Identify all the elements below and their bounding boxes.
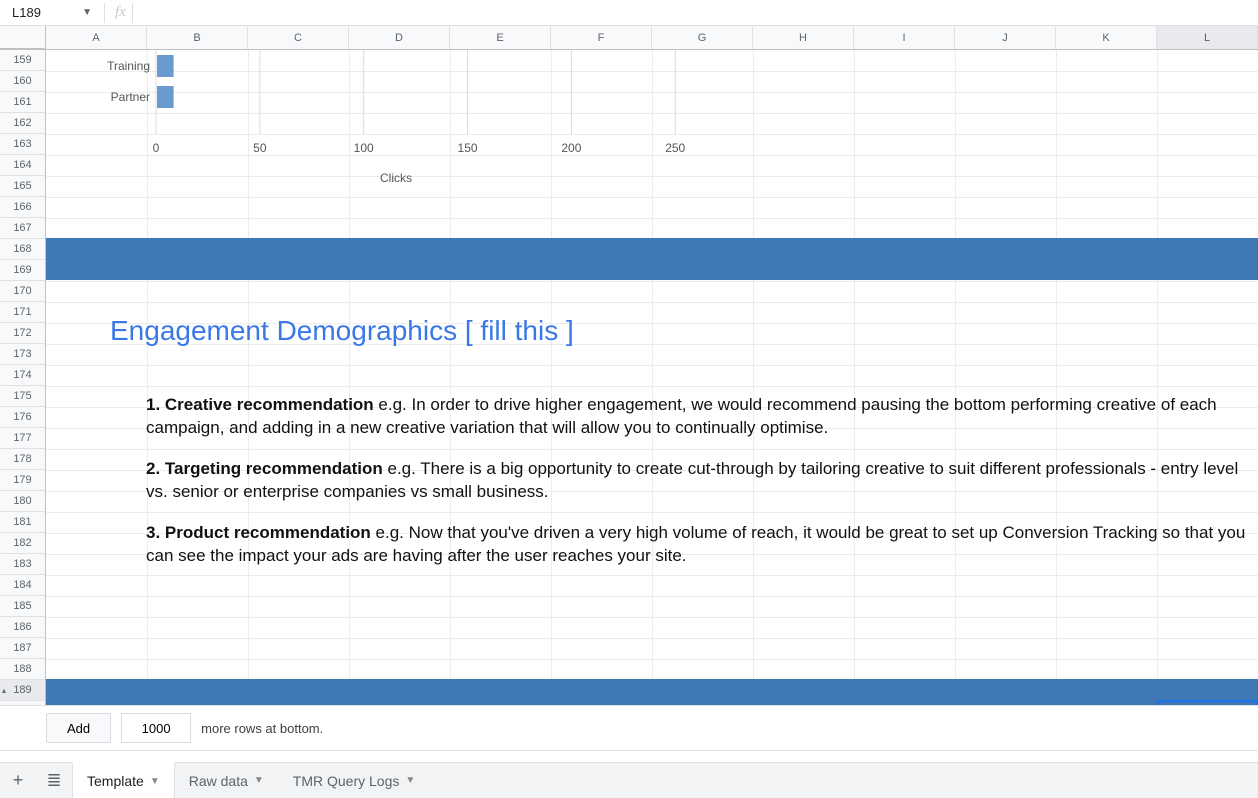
row-header-183[interactable]: 183 — [0, 554, 45, 575]
section-heading: Engagement Demographics [ fill this ] — [110, 315, 574, 347]
chevron-down-icon[interactable]: ▼ — [254, 775, 264, 786]
recommendation-2: 2. Targeting recommendation e.g. There i… — [146, 458, 1248, 504]
sheet-tab-label: TMR Query Logs — [293, 773, 400, 789]
column-header-d[interactable]: D — [349, 26, 450, 49]
svg-text:150: 150 — [458, 141, 478, 155]
row-header-172[interactable]: 172 — [0, 323, 45, 344]
column-header-l[interactable]: L — [1157, 26, 1258, 49]
row-header-179[interactable]: 179 — [0, 470, 45, 491]
divider — [104, 3, 105, 23]
add-rows-button[interactable]: Add — [46, 713, 111, 743]
row-header-168[interactable]: 168 — [0, 239, 45, 260]
add-rows-count-input[interactable] — [121, 713, 191, 743]
row-header-169[interactable]: 169 — [0, 260, 45, 281]
row-header-184[interactable]: 184 — [0, 575, 45, 596]
add-rows-suffix-label: more rows at bottom. — [201, 721, 323, 736]
row-header-165[interactable]: 165 — [0, 176, 45, 197]
svg-text:Training: Training — [107, 59, 150, 73]
row-header-176[interactable]: 176 — [0, 407, 45, 428]
column-header-i[interactable]: I — [854, 26, 955, 49]
sheet-tab-template[interactable]: Template ▼ — [72, 762, 175, 798]
row-header-186[interactable]: 186 — [0, 617, 45, 638]
chevron-down-icon: ▼ — [82, 7, 92, 18]
row-header-182[interactable]: 182 — [0, 533, 45, 554]
column-header-a[interactable]: A — [46, 26, 147, 49]
sheet-tabs-bar: + ≣ Template ▼ Raw data ▼ TMR Query Logs ▼ — [0, 762, 1258, 798]
sheet-tab-tmr-query-logs[interactable]: TMR Query Logs ▼ — [279, 763, 431, 798]
name-box[interactable]: L189 ▼ — [6, 2, 96, 24]
sheet-tab-label: Raw data — [189, 773, 248, 789]
svg-text:250: 250 — [665, 141, 685, 155]
row-header-160[interactable]: 160 — [0, 71, 45, 92]
all-sheets-button[interactable]: ≣ — [36, 763, 72, 798]
chevron-down-icon[interactable]: ▼ — [405, 775, 415, 786]
svg-text:Partner: Partner — [111, 90, 150, 104]
svg-text:0: 0 — [153, 141, 160, 155]
column-header-c[interactable]: C — [248, 26, 349, 49]
sheet-tab-label: Template — [87, 773, 144, 789]
row-header-162[interactable]: 162 — [0, 113, 45, 134]
column-header-e[interactable]: E — [450, 26, 551, 49]
recommendation-3: 3. Product recommendation e.g. Now that … — [146, 522, 1248, 568]
column-header-b[interactable]: B — [147, 26, 248, 49]
formula-input[interactable] — [137, 2, 1258, 24]
svg-text:Clicks: Clicks — [380, 171, 412, 185]
column-header-k[interactable]: K — [1056, 26, 1157, 49]
svg-text:100: 100 — [354, 141, 374, 155]
column-header-j[interactable]: J — [955, 26, 1056, 49]
row-header-177[interactable]: 177 — [0, 428, 45, 449]
column-headers: ABCDEFGHIJKL — [0, 26, 1258, 50]
sheet-tab-raw-data[interactable]: Raw data ▼ — [175, 763, 279, 798]
fx-icon: fx — [113, 4, 132, 21]
row-header-178[interactable]: 178 — [0, 449, 45, 470]
list-icon: ≣ — [46, 770, 61, 791]
row-header-181[interactable]: 181 — [0, 512, 45, 533]
row-header-167[interactable]: 167 — [0, 218, 45, 239]
section-divider-band — [46, 238, 1258, 280]
row-header-164[interactable]: 164 — [0, 155, 45, 176]
recommendation-1: 1. Creative recommendation e.g. In order… — [146, 394, 1248, 440]
svg-text:50: 50 — [253, 141, 267, 155]
column-header-h[interactable]: H — [753, 26, 854, 49]
row-header-188[interactable]: 188 — [0, 659, 45, 680]
row-headers: 1591601611621631641651661671681691701711… — [0, 50, 46, 705]
name-box-value: L189 — [12, 5, 41, 20]
row-header-159[interactable]: 159 — [0, 50, 45, 71]
row-header-173[interactable]: 173 — [0, 344, 45, 365]
row-header-163[interactable]: 163 — [0, 134, 45, 155]
grid-area: 1591601611621631641651661671681691701711… — [0, 50, 1258, 705]
cells[interactable]: 0 50 100 150 200 250 Training Partner Clicks E… — [46, 50, 1258, 705]
row-header-185[interactable]: 185 — [0, 596, 45, 617]
row-header-187[interactable]: 187 — [0, 638, 45, 659]
divider — [132, 3, 133, 23]
row-header-171[interactable]: 171 — [0, 302, 45, 323]
select-all-corner[interactable] — [0, 26, 46, 49]
section-divider-band — [46, 679, 1258, 705]
expand-rows-icon[interactable]: ▴ — [2, 686, 6, 695]
row-header-175[interactable]: 175 — [0, 386, 45, 407]
blank-strip — [0, 750, 1258, 762]
add-rows-bar: Add more rows at bottom. — [0, 705, 1258, 750]
plus-icon: + — [13, 770, 24, 791]
chevron-down-icon[interactable]: ▼ — [150, 776, 160, 787]
recommendations-block: 1. Creative recommendation e.g. In order… — [146, 394, 1248, 586]
row-header-174[interactable]: 174 — [0, 365, 45, 386]
add-sheet-button[interactable]: + — [0, 763, 36, 798]
row-header-170[interactable]: 170 — [0, 281, 45, 302]
row-header-166[interactable]: 166 — [0, 197, 45, 218]
row-header-180[interactable]: 180 — [0, 491, 45, 512]
clicks-chart: 0 50 100 150 200 250 Training Partner Clicks — [106, 50, 726, 210]
formula-bar: L189 ▼ fx — [0, 0, 1258, 26]
row-header-189[interactable]: ▴189 — [0, 680, 45, 701]
svg-text:200: 200 — [561, 141, 581, 155]
column-header-g[interactable]: G — [652, 26, 753, 49]
column-header-f[interactable]: F — [551, 26, 652, 49]
row-header-161[interactable]: 161 — [0, 92, 45, 113]
